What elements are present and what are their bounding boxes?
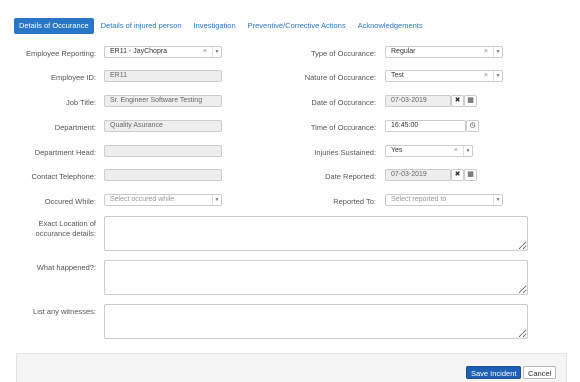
department-label: Department: (54, 123, 96, 132)
date-reported-field[interactable]: 07-03-2019 (385, 169, 451, 181)
form-footer: Save Incident Cancel (16, 353, 567, 382)
date-reported-label: Date Reported: (325, 172, 376, 181)
tab-details-of-injured-person[interactable]: Details of injured person (96, 18, 187, 34)
time-of-occurance-field[interactable]: 16:45:00 (385, 120, 466, 132)
save-incident-button[interactable]: Save Incident (466, 366, 522, 379)
time-of-occurance-label: Time of Occurance: (310, 123, 376, 132)
type-of-occurance-label: Type of Occurance: (310, 49, 376, 58)
employee-reporting-label: Employee Reporting: (25, 49, 96, 58)
injuries-sustained-value: Yes (391, 147, 403, 154)
reported-to-placeholder: Select reported to (391, 196, 447, 203)
chevron-down-icon[interactable]: ▼ (212, 195, 221, 205)
date-of-occurance-field[interactable]: 07-03-2019 (385, 95, 451, 107)
exact-location-textarea[interactable] (104, 216, 528, 251)
type-of-occurance-select[interactable]: Regular × ▼ (385, 46, 503, 58)
cancel-button[interactable]: Cancel (523, 366, 557, 379)
injuries-sustained-select[interactable]: Yes × ▼ (385, 145, 473, 157)
chevron-down-icon[interactable]: ▼ (212, 47, 221, 57)
clear-icon[interactable]: × (484, 71, 488, 81)
department-field: Quality Asurance (104, 120, 222, 132)
contact-telephone-field (104, 169, 222, 181)
calendar-icon[interactable]: ▦ (464, 95, 477, 107)
witnesses-textarea[interactable] (104, 304, 528, 339)
employee-id-field: ER11 (104, 70, 222, 82)
tab-investigation[interactable]: Investigation (189, 18, 241, 34)
occured-while-placeholder: Select occured while (110, 196, 175, 203)
department-head-field (104, 145, 222, 157)
date-of-occurance-label: Date of Occurance: (311, 98, 376, 107)
reported-to-label: Reported To: (333, 197, 376, 206)
tab-details-of-occurance[interactable]: Details of Occurance (14, 18, 94, 34)
witnesses-label: List any witnesses: (33, 307, 96, 316)
job-title-field: Sr. Engineer Software Testing (104, 95, 222, 107)
what-happened-textarea[interactable] (104, 260, 528, 295)
employee-id-label: Employee ID: (50, 73, 96, 82)
tab-preventive-corrective-actions[interactable]: Preventive/Corrective Actions (243, 18, 351, 34)
calendar-icon[interactable]: ▦ (464, 169, 477, 181)
clear-icon[interactable]: × (203, 47, 207, 57)
remove-icon[interactable]: ✖ (451, 169, 464, 181)
clear-icon[interactable]: × (454, 146, 458, 156)
contact-telephone-label: Contact Telephone: (31, 172, 97, 181)
clear-icon[interactable]: × (484, 47, 488, 57)
reported-to-select[interactable]: Select reported to ▼ (385, 194, 503, 206)
nature-of-occurance-label: Nature of Occurance: (304, 73, 376, 82)
injuries-sustained-label: Injuries Sustained: (314, 148, 376, 157)
chevron-down-icon[interactable]: ▼ (463, 146, 472, 156)
exact-location-label: Exact Location of occurance details: (35, 219, 96, 238)
employee-reporting-value: ER11 - JayChopra (110, 48, 168, 55)
remove-icon[interactable]: ✖ (451, 95, 464, 107)
department-head-label: Department Head: (34, 148, 96, 157)
nature-of-occurance-value: Test (391, 72, 404, 79)
chevron-down-icon[interactable]: ▼ (493, 47, 502, 57)
tab-acknowledgements[interactable]: Acknowledgements (353, 18, 428, 34)
employee-reporting-select[interactable]: ER11 - JayChopra × ▼ (104, 46, 222, 58)
occured-while-label: Occured While: (44, 197, 96, 206)
chevron-down-icon[interactable]: ▼ (493, 195, 502, 205)
tab-bar: Details of Occurance Details of injured … (14, 18, 430, 34)
chevron-down-icon[interactable]: ▼ (493, 71, 502, 81)
job-title-label: Job Title: (65, 98, 96, 107)
type-of-occurance-value: Regular (391, 48, 416, 55)
nature-of-occurance-select[interactable]: Test × ▼ (385, 70, 503, 82)
clock-icon[interactable]: ◷ (466, 120, 479, 132)
occured-while-select[interactable]: Select occured while ▼ (104, 194, 222, 206)
what-happened-label: What happened?: (36, 263, 96, 272)
